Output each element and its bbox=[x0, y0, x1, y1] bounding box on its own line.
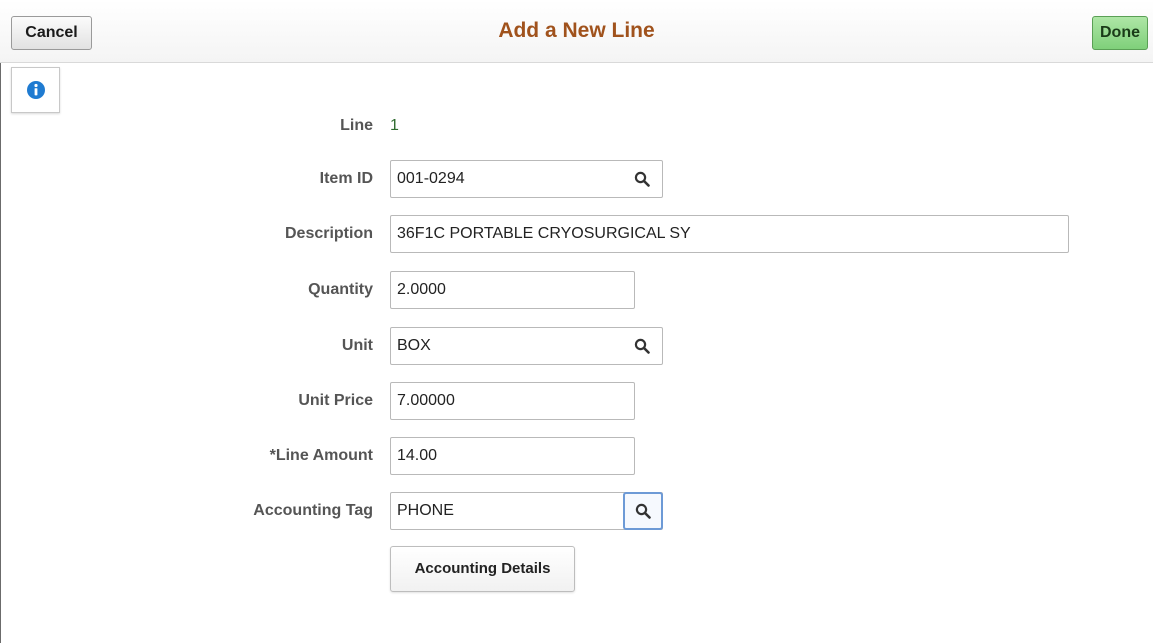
quantity-input[interactable] bbox=[397, 281, 617, 299]
unit-input[interactable] bbox=[397, 337, 617, 355]
accounting-tag-lookup-button[interactable] bbox=[623, 492, 663, 530]
unit-price-field[interactable] bbox=[390, 382, 635, 420]
done-button[interactable]: Done bbox=[1092, 16, 1148, 50]
header-bar: Cancel Add a New Line Done bbox=[0, 0, 1153, 63]
page-title: Add a New Line bbox=[498, 19, 655, 42]
line-value: 1 bbox=[390, 117, 399, 134]
unit-lookup-button[interactable] bbox=[622, 328, 662, 364]
line-amount-field[interactable] bbox=[390, 437, 635, 475]
unit-price-label: Unit Price bbox=[298, 392, 373, 409]
unit-label: Unit bbox=[341, 337, 373, 354]
item-id-lookup-button[interactable] bbox=[622, 161, 662, 197]
info-button[interactable] bbox=[11, 67, 60, 113]
search-icon bbox=[635, 503, 651, 519]
quantity-label: Quantity bbox=[308, 281, 373, 298]
info-icon bbox=[27, 81, 45, 99]
search-icon bbox=[634, 171, 650, 187]
quantity-field[interactable] bbox=[390, 271, 635, 309]
accounting-details-button[interactable]: Accounting Details bbox=[390, 546, 575, 592]
item-id-label: Item ID bbox=[319, 170, 373, 187]
item-id-field[interactable] bbox=[390, 160, 663, 198]
unit-field[interactable] bbox=[390, 327, 663, 365]
accounting-tag-input[interactable] bbox=[397, 502, 617, 520]
accounting-tag-field[interactable] bbox=[390, 492, 663, 530]
line-amount-input[interactable] bbox=[397, 447, 617, 465]
description-label: Description bbox=[284, 225, 373, 242]
line-amount-label: *Line Amount bbox=[269, 447, 373, 464]
line-label: Line bbox=[340, 117, 373, 134]
accounting-tag-label: Accounting Tag bbox=[253, 502, 373, 519]
search-icon bbox=[634, 338, 650, 354]
description-field[interactable] bbox=[390, 215, 1069, 253]
item-id-input[interactable] bbox=[397, 170, 617, 188]
description-input[interactable] bbox=[397, 225, 1057, 243]
page-frame bbox=[0, 0, 1153, 643]
unit-price-input[interactable] bbox=[397, 392, 617, 410]
